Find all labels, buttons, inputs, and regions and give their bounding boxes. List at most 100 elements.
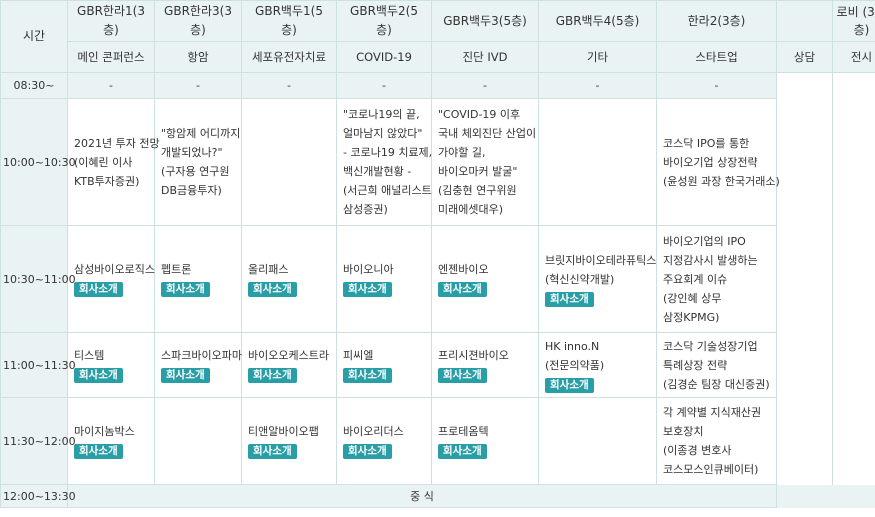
empty-cell xyxy=(776,484,875,508)
session-text: 바이오마커 발굴" xyxy=(438,165,518,178)
schedule-table: 시간 GBR한라1(3층) GBR한라3(3층) GBR백두1(5층) GBR백… xyxy=(0,0,875,508)
company-cell: 삼성바이오로직스회사소개 xyxy=(67,225,155,333)
company-category: (전문의약품) xyxy=(545,358,605,372)
schedule-row: 11:30~12:00 마이지놈박스 회사소개 티앤알바이오팹 회사소개 바이오리더스 회사… xyxy=(0,397,875,485)
session-text: (서근희 애널리스트 xyxy=(343,184,432,197)
topic-header: 진단 IVD xyxy=(431,41,539,73)
room-header: GBR백두2(5층) xyxy=(336,0,432,42)
session-text: 코스닥 기술성장기업 xyxy=(663,339,758,353)
company-intro-button[interactable]: 회사소개 xyxy=(545,377,594,393)
company-intro-button[interactable]: 회사소개 xyxy=(343,282,392,297)
session-text: KTB투자증권) xyxy=(74,174,140,188)
company-name: 프리시젼바이오 xyxy=(438,349,509,362)
empty-cell xyxy=(241,98,337,226)
company-name: 브릿지바이오테라퓨틱스 xyxy=(545,253,657,267)
room-header: GBR백두1(5층) xyxy=(241,0,337,42)
company-cell: 티스템 회사소개 xyxy=(67,332,155,398)
company-cell: 바이오니아회사소개 xyxy=(336,225,432,333)
placeholder-cell: - xyxy=(431,72,539,99)
company-cell: 브릿지바이오테라퓨틱스 (혁신신약개발) 회사소개 xyxy=(538,225,657,333)
room-header: GBR한라1(3층) xyxy=(67,0,155,42)
session-text: 국내 체외진단 산업이 xyxy=(438,127,537,140)
session-text: 주요회계 이슈 xyxy=(663,272,728,286)
session-text: 가야할 길, xyxy=(438,146,486,159)
company-name: 펩트론 xyxy=(161,263,192,276)
placeholder-cell: - xyxy=(336,72,432,99)
session-cell: 각 계약별 지식재산권 보호장치 (이종경 변호사 코스모스인큐베이터) xyxy=(656,397,777,485)
session-cell: 코스닥 기술성장기업 특례상장 전략 (김경순 팀장 대신증권) xyxy=(656,332,777,398)
company-cell: 티앤알바이오팹회사소개 xyxy=(241,397,337,485)
company-cell: 프리시젼바이오회사소개 xyxy=(431,332,539,398)
company-name: HK inno.N xyxy=(545,339,600,353)
topic-header: 기타 xyxy=(538,41,657,73)
company-intro-button[interactable]: 회사소개 xyxy=(161,282,210,297)
session-text: 보호장치 xyxy=(663,425,704,438)
company-cell: 프로테옴텍 회사소개 xyxy=(431,397,539,485)
company-intro-button[interactable]: 회사소개 xyxy=(438,282,487,297)
session-text: 코스모스인큐베이터) xyxy=(663,463,759,476)
room-header: GBR한라3(3층) xyxy=(154,0,242,42)
company-cell: HK inno.N (전문의약품) 회사소개 xyxy=(538,332,657,398)
empty-cell xyxy=(154,397,242,485)
session-text: 백신개발현황 - xyxy=(343,165,412,178)
session-text: 코스닥 IPO를 통한 xyxy=(663,136,750,150)
schedule-row: 08:30~ - - - - - - - xyxy=(0,72,875,485)
room-header: 로비 (3/5층) xyxy=(832,0,875,42)
time-slot: 11:00~11:30 xyxy=(0,332,76,398)
company-intro-button[interactable]: 회사소개 xyxy=(545,291,594,307)
company-name: 피씨엘 xyxy=(343,349,374,362)
time-slot: 10:00~10:30 xyxy=(0,98,76,226)
placeholder-cell: - xyxy=(154,72,242,99)
company-intro-button[interactable]: 회사소개 xyxy=(74,282,123,297)
placeholder-cell: - xyxy=(538,72,657,99)
company-cell: 펩트론회사소개 xyxy=(154,225,242,333)
session-text: 삼정KPMG) xyxy=(663,310,720,324)
company-name: 바이오니아 xyxy=(343,263,394,276)
company-intro-button[interactable]: 회사소개 xyxy=(74,444,123,459)
topic-header: 항암 xyxy=(154,41,242,73)
placeholder-cell: - xyxy=(241,72,337,99)
session-text: 미래에셋대우) xyxy=(438,203,504,216)
time-slot: 08:30~ xyxy=(0,72,68,99)
company-intro-button[interactable]: 회사소개 xyxy=(438,368,487,383)
company-cell: 엔젠바이오회사소개 xyxy=(431,225,539,333)
room-header xyxy=(776,0,833,42)
room-header: GBR백두4(5층) xyxy=(538,0,657,42)
company-cell: 올리패스회사소개 xyxy=(241,225,337,333)
session-text: 지정감사시 발생하는 xyxy=(663,253,758,267)
session-text: - 코로나19 치료제, xyxy=(343,146,433,159)
session-text: (윤성원 과장 한국거래소) xyxy=(663,174,780,188)
session-text: DB금융투자) xyxy=(161,184,222,197)
topic-header: COVID-19 xyxy=(336,41,432,73)
lunch-cell: 중 식 xyxy=(67,484,777,508)
company-name: 올리패스 xyxy=(248,263,289,276)
session-cell: 코스닥 IPO를 통한바이오기업 상장전략 (윤성원 과장 한국거래소) xyxy=(656,98,780,226)
room-header: GBR백두3(5층) xyxy=(431,0,539,42)
company-intro-button[interactable]: 회사소개 xyxy=(248,282,297,297)
company-cell: 피씨엘회사소개 xyxy=(336,332,432,398)
session-text: (이혜린 이사 xyxy=(74,155,133,169)
time-slot: 11:30~12:00 xyxy=(0,397,76,485)
session-text: 바이오기업의 IPO xyxy=(663,234,746,248)
room-header: 한라2(3층) xyxy=(656,0,777,42)
session-text: 특례상장 전략 xyxy=(663,358,728,372)
session-text: 바이오기업 상장전략 xyxy=(663,155,758,169)
session-text: "COVID-19 이후 xyxy=(438,108,521,121)
company-intro-button[interactable]: 회사소개 xyxy=(74,368,123,383)
company-intro-button[interactable]: 회사소개 xyxy=(343,444,392,459)
session-cell: 2021년 투자 전망 (이혜린 이사 KTB투자증권) xyxy=(67,98,160,226)
session-text: (강인혜 상무 xyxy=(663,291,722,305)
session-text: 삼성증권) xyxy=(343,203,388,216)
schedule-row: 10:30~11:00 삼성바이오로직스 회사소개 펩트론 회사소개 올리패스 회사소개 바이… xyxy=(0,225,875,333)
company-category: (혁신신약개발) xyxy=(545,272,615,286)
company-cell: 바이오리더스 회사소개 xyxy=(336,397,432,485)
company-name: 삼성바이오로직스 xyxy=(74,263,155,276)
company-name: 티앤알바이오팹 xyxy=(248,425,319,438)
company-intro-button[interactable]: 회사소개 xyxy=(343,368,392,383)
company-intro-button[interactable]: 회사소개 xyxy=(438,444,487,459)
company-intro-button[interactable]: 회사소개 xyxy=(248,444,297,459)
header-rooms-row: 시간 GBR한라1(3층) GBR한라3(3층) GBR백두1(5층) GBR백… xyxy=(0,0,875,73)
company-intro-button[interactable]: 회사소개 xyxy=(248,368,297,383)
company-intro-button[interactable]: 회사소개 xyxy=(161,368,210,383)
company-name: 엔젠바이오 xyxy=(438,263,489,276)
